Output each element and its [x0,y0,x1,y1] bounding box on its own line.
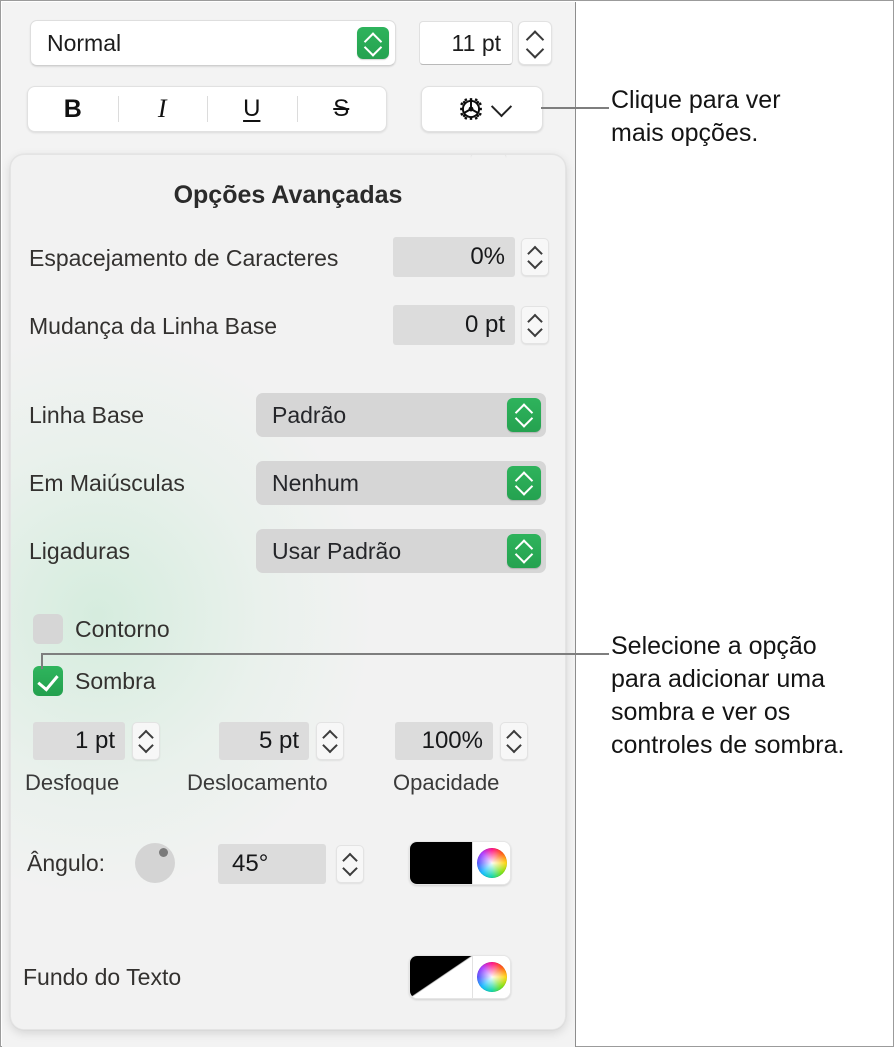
shadow-blur-value: 1 pt [75,722,115,760]
character-spacing-stepper[interactable] [521,238,549,276]
popover-pointer [469,154,507,176]
shadow-offset-stepper[interactable] [316,722,344,760]
shadow-angle-value: 45° [232,844,268,884]
shadow-opacity-value: 100% [422,722,483,760]
outline-checkbox[interactable] [33,614,63,644]
text-style-button-group: B I U S [27,86,387,132]
angle-dial-knob[interactable] [159,848,168,857]
popover-title: Opções Avançadas [11,181,565,210]
italic-button[interactable]: I [118,87,208,131]
shadow-offset-caption: Deslocamento [187,770,328,796]
screenshot-root: Normal 11 pt B I U S [0,0,894,1047]
capitalization-label: Em Maiúsculas [29,470,185,497]
text-background-color-well[interactable] [409,955,511,999]
color-wheel-icon [477,848,507,878]
outline-label: Contorno [75,616,170,643]
shadow-opacity-stepper[interactable] [500,722,528,760]
character-spacing-label: Espacejamento de Caracteres [29,245,338,272]
paragraph-style-select[interactable]: Normal [30,20,396,66]
bold-button[interactable]: B [28,87,118,131]
color-wheel-icon [477,962,507,992]
shadow-callout-text: Selecione a opção para adicionar uma som… [611,630,844,762]
baseline-popup-menu[interactable]: Padrão [256,393,546,437]
shadow-angle-field[interactable]: 45° [218,844,326,884]
text-background-color-swatch[interactable] [410,956,473,998]
shadow-blur-field[interactable]: 1 pt [33,722,125,760]
shadow-offset-value: 5 pt [259,722,299,760]
baseline-shift-label: Mudança da Linha Base [29,313,277,340]
underline-button[interactable]: U [207,87,297,131]
capitalization-value: Nenhum [272,461,359,505]
shadow-label: Sombra [75,668,156,695]
font-size-field[interactable]: 11 pt [419,21,513,65]
baseline-value: Padrão [272,393,346,437]
shadow-angle-label: Ângulo: [27,850,105,877]
shadow-blur-stepper[interactable] [132,722,160,760]
shadow-opacity-field[interactable]: 100% [395,722,493,760]
baseline-shift-field[interactable]: 0 pt [393,305,515,345]
font-size-stepper[interactable] [518,21,552,65]
baseline-stepper-icon[interactable] [507,398,541,432]
text-background-color-wheel-button[interactable] [473,956,510,998]
shadow-offset-field[interactable]: 5 pt [219,722,309,760]
shadow-callout-leader-stub [41,653,43,669]
character-spacing-value: 0% [470,237,505,277]
capitalization-popup-menu[interactable]: Nenhum [256,461,546,505]
ligatures-popup-menu[interactable]: Usar Padrão [256,529,546,573]
shadow-color-wheel-button[interactable] [473,842,510,884]
shadow-callout-leader-line [41,653,609,655]
paragraph-style-stepper-icon[interactable] [357,27,389,59]
ligatures-value: Usar Padrão [272,529,401,573]
ligatures-stepper-icon[interactable] [507,534,541,568]
shadow-opacity-caption: Opacidade [393,770,499,796]
shadow-color-swatch[interactable] [410,842,473,884]
shadow-angle-stepper[interactable] [336,845,364,883]
character-spacing-field[interactable]: 0% [393,237,515,277]
capitalization-stepper-icon[interactable] [507,466,541,500]
gear-callout-leader-line [541,107,609,109]
text-background-label: Fundo do Texto [23,964,181,991]
ligatures-label: Ligaduras [29,538,130,565]
shadow-checkbox[interactable] [33,666,63,696]
advanced-options-button[interactable] [421,86,543,132]
chevron-down-icon [490,96,511,117]
baseline-shift-stepper[interactable] [521,306,549,344]
paragraph-style-value: Normal [47,21,121,65]
shadow-angle-dial[interactable] [135,843,175,883]
advanced-options-popover: Opções Avançadas Espacejamento de Caract… [10,154,566,1030]
gear-callout-text: Clique para ver mais opções. [611,84,781,150]
shadow-blur-caption: Desfoque [25,770,119,796]
strikethrough-button[interactable]: S [297,87,387,131]
font-size-value: 11 pt [452,22,501,64]
format-inspector-panel: Normal 11 pt B I U S [2,2,576,1047]
shadow-color-well[interactable] [409,841,511,885]
gear-icon [456,94,486,124]
baseline-shift-value: 0 pt [465,305,505,345]
baseline-label: Linha Base [29,402,144,429]
